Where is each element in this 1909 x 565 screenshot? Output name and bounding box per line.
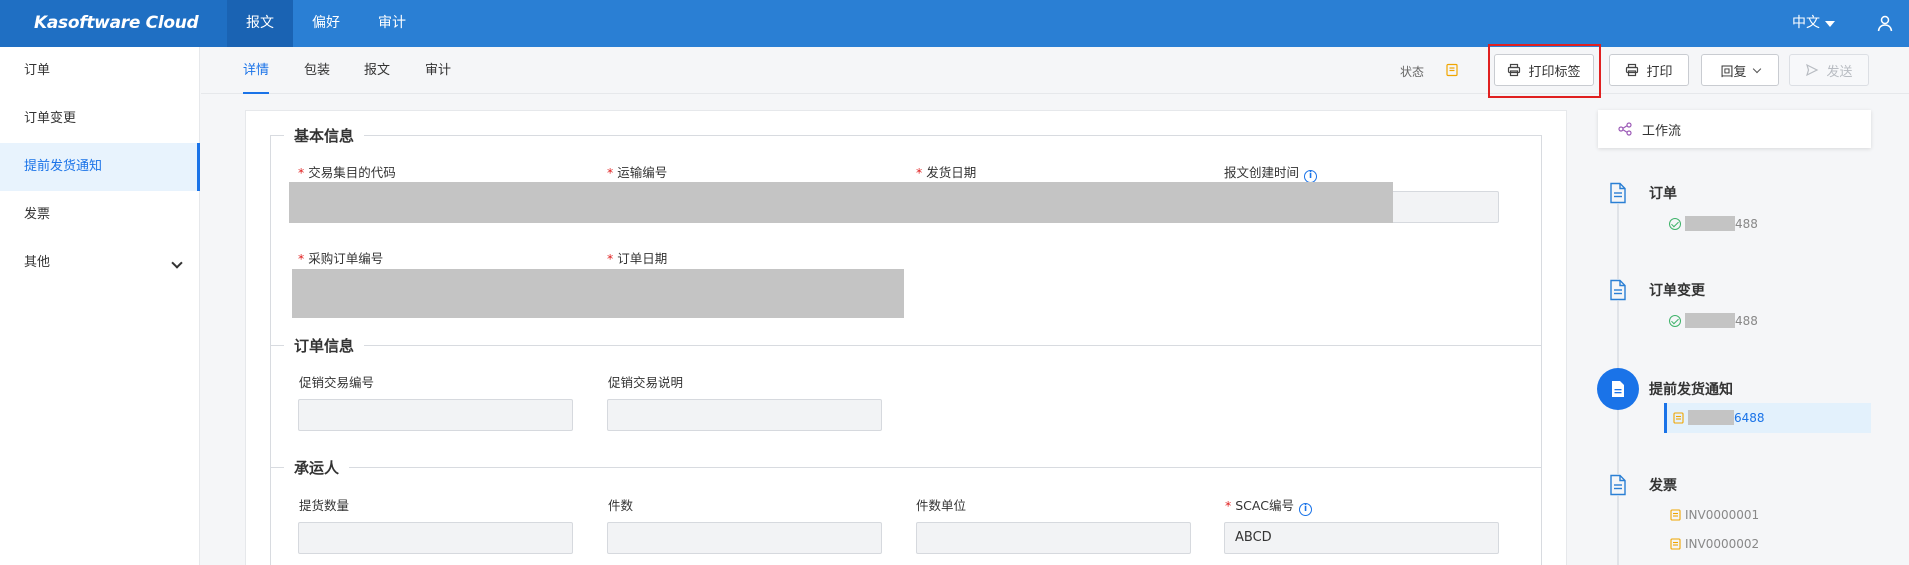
pieces-unit-field[interactable] (916, 522, 1191, 554)
section-border (1541, 135, 1542, 565)
doc-status-icon (1670, 538, 1681, 550)
redacted-area (1688, 410, 1734, 425)
field-label: * SCAC编号 i (1225, 495, 1312, 516)
workflow-node-item[interactable]: INV0000002 (1670, 537, 1759, 551)
workflow-node-title: 发票 (1649, 478, 1677, 494)
send-icon (1806, 63, 1819, 77)
print-button[interactable]: 打印 (1609, 54, 1689, 86)
redacted-area (1685, 313, 1735, 328)
workflow-node-item[interactable]: INV0000001 (1670, 508, 1759, 522)
doc-status-icon (1673, 411, 1684, 424)
section-title-order: 订单信息 (284, 335, 365, 356)
chevron-down-icon (171, 257, 183, 269)
field-label: 促销交易说明 (608, 375, 684, 390)
section-border (270, 135, 1542, 136)
sidebar-item-advance-ship-notice[interactable]: 提前发货通知 (0, 143, 200, 191)
workflow-node-item[interactable]: 488 (1669, 313, 1758, 328)
workflow-icon (1618, 122, 1632, 136)
workflow-node-title: 订单变更 (1649, 283, 1705, 299)
section-border (270, 135, 271, 565)
field-label: 报文创建时间 i (1224, 162, 1318, 183)
document-icon (1608, 279, 1628, 301)
sidebar-item-label: 订单变更 (24, 111, 77, 126)
caret-down-icon (1825, 20, 1835, 27)
sidebar-item-label: 订单 (24, 63, 51, 78)
doc-status-icon (1670, 509, 1681, 521)
promo-transaction-number-field[interactable] (298, 399, 573, 431)
language-selector[interactable]: 中文 (1792, 0, 1835, 47)
sidebar-item-orders[interactable]: 订单 (0, 47, 199, 95)
info-icon[interactable]: i (1298, 503, 1312, 516)
top-bar: Kasoftware Cloud 报文 偏好 审计 中文 (0, 0, 1909, 47)
sidebar: 订单 订单变更 提前发货通知 发票 其他 (0, 47, 200, 565)
redacted-area (289, 182, 1393, 223)
send-button[interactable]: 发送 (1789, 54, 1869, 86)
tab-audit[interactable]: 审计 (425, 47, 451, 94)
workflow-header[interactable]: 工作流 (1598, 110, 1871, 148)
sidebar-item-label: 发票 (24, 207, 51, 222)
workflow-node-item[interactable]: 6488 (1673, 410, 1765, 425)
tab-details[interactable]: 详情 (243, 47, 270, 94)
top-nav: 报文 偏好 审计 (227, 0, 425, 47)
sidebar-item-order-changes[interactable]: 订单变更 (0, 95, 199, 143)
highlight-box (1488, 44, 1601, 98)
brand-logo[interactable]: Kasoftware Cloud (0, 0, 227, 47)
tab-message[interactable]: 报文 (364, 47, 390, 94)
language-label: 中文 (1792, 15, 1820, 31)
section-border (270, 345, 1542, 346)
field-label: 件数单位 (916, 498, 967, 513)
status-doc-icon (1446, 63, 1458, 77)
field-label: * 发货日期 (916, 165, 977, 180)
sidebar-item-invoices[interactable]: 发票 (0, 191, 199, 239)
workflow-node-title: 订单 (1649, 186, 1677, 202)
document-icon (1608, 182, 1628, 204)
status-label: 状态 (1400, 65, 1425, 79)
redacted-area (1685, 216, 1735, 231)
user-icon[interactable] (1876, 14, 1894, 32)
redacted-area (292, 269, 904, 318)
section-border (270, 467, 1542, 468)
workflow-node-item[interactable]: 488 (1669, 216, 1758, 231)
check-circle-icon (1669, 314, 1681, 327)
reply-dropdown-button[interactable]: 回复 (1701, 54, 1779, 86)
document-filled-icon (1612, 381, 1624, 397)
field-label: * 交易集目的代码 (298, 165, 396, 180)
check-circle-icon (1669, 217, 1681, 230)
section-title-carrier: 承运人 (284, 457, 350, 478)
promo-transaction-desc-field[interactable] (607, 399, 882, 431)
section-title-basic: 基本信息 (284, 125, 365, 146)
tab-packaging[interactable]: 包装 (304, 47, 330, 94)
document-icon (1608, 474, 1628, 496)
field-label: * 订单日期 (607, 251, 668, 266)
pickup-quantity-field[interactable] (298, 522, 573, 554)
field-label: * 采购订单编号 (298, 251, 384, 266)
field-label: 促销交易编号 (299, 375, 375, 390)
sidebar-item-label: 提前发货通知 (24, 159, 103, 174)
field-label: 件数 (608, 498, 634, 513)
topnav-messages[interactable]: 报文 (227, 0, 293, 47)
sidebar-item-other[interactable]: 其他 (0, 239, 199, 287)
topnav-preferences[interactable]: 偏好 (293, 0, 359, 47)
workflow-node-title: 提前发货通知 (1649, 382, 1733, 398)
field-label: * 运输编号 (607, 165, 668, 180)
workflow-title: 工作流 (1642, 123, 1682, 139)
pieces-field[interactable] (607, 522, 882, 554)
topnav-audit[interactable]: 审计 (359, 0, 425, 47)
scac-field[interactable]: ABCD (1224, 522, 1499, 554)
field-label: 提货数量 (299, 498, 350, 513)
chevron-down-icon (1752, 64, 1761, 73)
printer-icon (1626, 63, 1639, 77)
form-card (245, 110, 1567, 565)
sidebar-item-label: 其他 (24, 255, 51, 270)
